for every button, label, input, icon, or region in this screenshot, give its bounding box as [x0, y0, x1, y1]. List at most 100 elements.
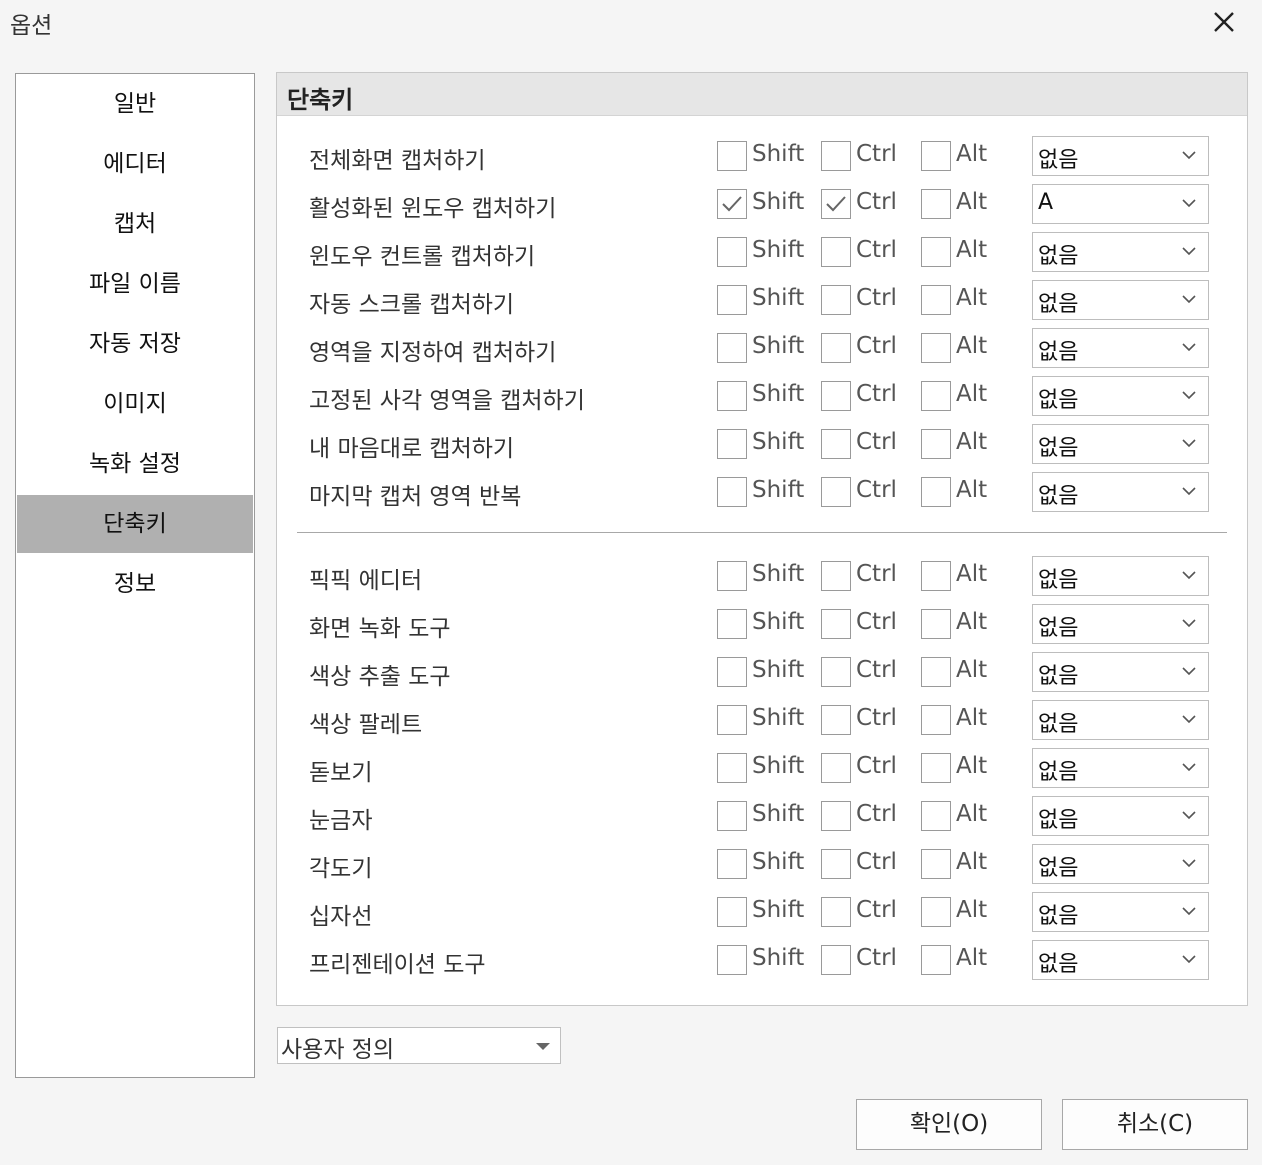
- shift-checkbox[interactable]: [717, 141, 747, 171]
- shift-checkbox[interactable]: [717, 477, 747, 507]
- alt-checkbox[interactable]: [921, 285, 951, 315]
- ctrl-checkbox[interactable]: [821, 705, 851, 735]
- sidebar-item[interactable]: 녹화 설정: [17, 435, 253, 493]
- sidebar-item[interactable]: 파일 이름: [17, 255, 253, 313]
- shift-checkbox[interactable]: [717, 897, 747, 927]
- shortcut-label: 각도기: [309, 856, 373, 882]
- ctrl-checkbox[interactable]: [821, 897, 851, 927]
- alt-checkbox[interactable]: [921, 897, 951, 927]
- key-select[interactable]: 없음: [1032, 652, 1209, 692]
- key-select[interactable]: 없음: [1032, 328, 1209, 368]
- section-divider: [297, 532, 1227, 533]
- shortcut-profile-select[interactable]: 사용자 정의: [277, 1027, 561, 1064]
- sidebar-item[interactable]: 일반: [17, 75, 253, 133]
- ctrl-checkbox[interactable]: [821, 753, 851, 783]
- key-select-value: 없음: [1038, 340, 1079, 365]
- key-select[interactable]: 없음: [1032, 280, 1209, 320]
- alt-checkbox[interactable]: [921, 753, 951, 783]
- ctrl-checkbox[interactable]: [821, 141, 851, 171]
- ctrl-checkbox[interactable]: [821, 561, 851, 591]
- shift-label: Shift: [752, 849, 805, 875]
- ctrl-checkbox[interactable]: [821, 477, 851, 507]
- shortcut-row: 윈도우 컨트롤 캡처하기 Shift Ctrl Alt 없음: [277, 232, 1247, 274]
- alt-checkbox[interactable]: [921, 705, 951, 735]
- shift-checkbox[interactable]: [717, 561, 747, 591]
- alt-checkbox[interactable]: [921, 381, 951, 411]
- alt-checkbox[interactable]: [921, 561, 951, 591]
- shift-label: Shift: [752, 609, 805, 635]
- close-button[interactable]: [1206, 4, 1242, 40]
- sidebar-item[interactable]: 캡처: [17, 195, 253, 253]
- key-select[interactable]: 없음: [1032, 556, 1209, 596]
- ctrl-checkbox[interactable]: [821, 381, 851, 411]
- shift-checkbox[interactable]: [717, 189, 747, 219]
- ctrl-checkbox[interactable]: [821, 849, 851, 879]
- alt-checkbox[interactable]: [921, 333, 951, 363]
- ctrl-label: Ctrl: [856, 141, 897, 167]
- key-select[interactable]: 없음: [1032, 844, 1209, 884]
- alt-label: Alt: [956, 189, 988, 215]
- shift-checkbox[interactable]: [717, 801, 747, 831]
- sidebar-item[interactable]: 자동 저장: [17, 315, 253, 373]
- ctrl-checkbox[interactable]: [821, 285, 851, 315]
- key-select[interactable]: 없음: [1032, 700, 1209, 740]
- ctrl-checkbox[interactable]: [821, 945, 851, 975]
- key-select[interactable]: 없음: [1032, 424, 1209, 464]
- shift-checkbox[interactable]: [717, 753, 747, 783]
- ctrl-checkbox[interactable]: [821, 237, 851, 267]
- shift-label: Shift: [752, 237, 805, 263]
- alt-checkbox[interactable]: [921, 849, 951, 879]
- alt-checkbox[interactable]: [921, 429, 951, 459]
- key-select[interactable]: 없음: [1032, 472, 1209, 512]
- chevron-down-icon: [1182, 439, 1196, 448]
- alt-checkbox[interactable]: [921, 189, 951, 219]
- key-select[interactable]: 없음: [1032, 136, 1209, 176]
- key-select[interactable]: A: [1032, 184, 1209, 224]
- shift-checkbox[interactable]: [717, 333, 747, 363]
- shortcut-row: 눈금자 Shift Ctrl Alt 없음: [277, 796, 1247, 838]
- ctrl-label: Ctrl: [856, 657, 897, 683]
- shift-checkbox[interactable]: [717, 381, 747, 411]
- alt-checkbox[interactable]: [921, 141, 951, 171]
- shift-checkbox[interactable]: [717, 429, 747, 459]
- alt-checkbox[interactable]: [921, 945, 951, 975]
- key-select[interactable]: 없음: [1032, 376, 1209, 416]
- alt-checkbox[interactable]: [921, 801, 951, 831]
- ctrl-checkbox[interactable]: [821, 429, 851, 459]
- shift-checkbox[interactable]: [717, 657, 747, 687]
- alt-checkbox[interactable]: [921, 657, 951, 687]
- shortcut-row: 픽픽 에디터 Shift Ctrl Alt 없음: [277, 556, 1247, 598]
- alt-label: Alt: [956, 333, 988, 359]
- ctrl-checkbox[interactable]: [821, 801, 851, 831]
- key-select[interactable]: 없음: [1032, 604, 1209, 644]
- sidebar-item[interactable]: 이미지: [17, 375, 253, 433]
- ctrl-checkbox[interactable]: [821, 189, 851, 219]
- alt-checkbox[interactable]: [921, 477, 951, 507]
- shift-checkbox[interactable]: [717, 237, 747, 267]
- key-select-value: 없음: [1038, 856, 1079, 881]
- shift-checkbox[interactable]: [717, 849, 747, 879]
- cancel-button[interactable]: 취소(C): [1062, 1099, 1248, 1150]
- ctrl-checkbox[interactable]: [821, 657, 851, 687]
- shift-checkbox[interactable]: [717, 945, 747, 975]
- ok-button[interactable]: 확인(O): [856, 1099, 1042, 1150]
- ctrl-checkbox[interactable]: [821, 333, 851, 363]
- shift-checkbox[interactable]: [717, 609, 747, 639]
- shortcut-row: 돋보기 Shift Ctrl Alt 없음: [277, 748, 1247, 790]
- key-select[interactable]: 없음: [1032, 748, 1209, 788]
- key-select[interactable]: 없음: [1032, 796, 1209, 836]
- sidebar-item[interactable]: 정보: [17, 555, 253, 613]
- key-select-value: 없음: [1038, 148, 1079, 173]
- alt-checkbox[interactable]: [921, 609, 951, 639]
- shift-checkbox[interactable]: [717, 285, 747, 315]
- sidebar-item[interactable]: 단축키: [17, 495, 253, 553]
- key-select[interactable]: 없음: [1032, 940, 1209, 980]
- shift-checkbox[interactable]: [717, 705, 747, 735]
- shift-label: Shift: [752, 189, 805, 215]
- key-select[interactable]: 없음: [1032, 892, 1209, 932]
- sidebar-item[interactable]: 에디터: [17, 135, 253, 193]
- key-select[interactable]: 없음: [1032, 232, 1209, 272]
- shortcut-row: 마지막 캡처 영역 반복 Shift Ctrl Alt 없음: [277, 472, 1247, 514]
- alt-checkbox[interactable]: [921, 237, 951, 267]
- ctrl-checkbox[interactable]: [821, 609, 851, 639]
